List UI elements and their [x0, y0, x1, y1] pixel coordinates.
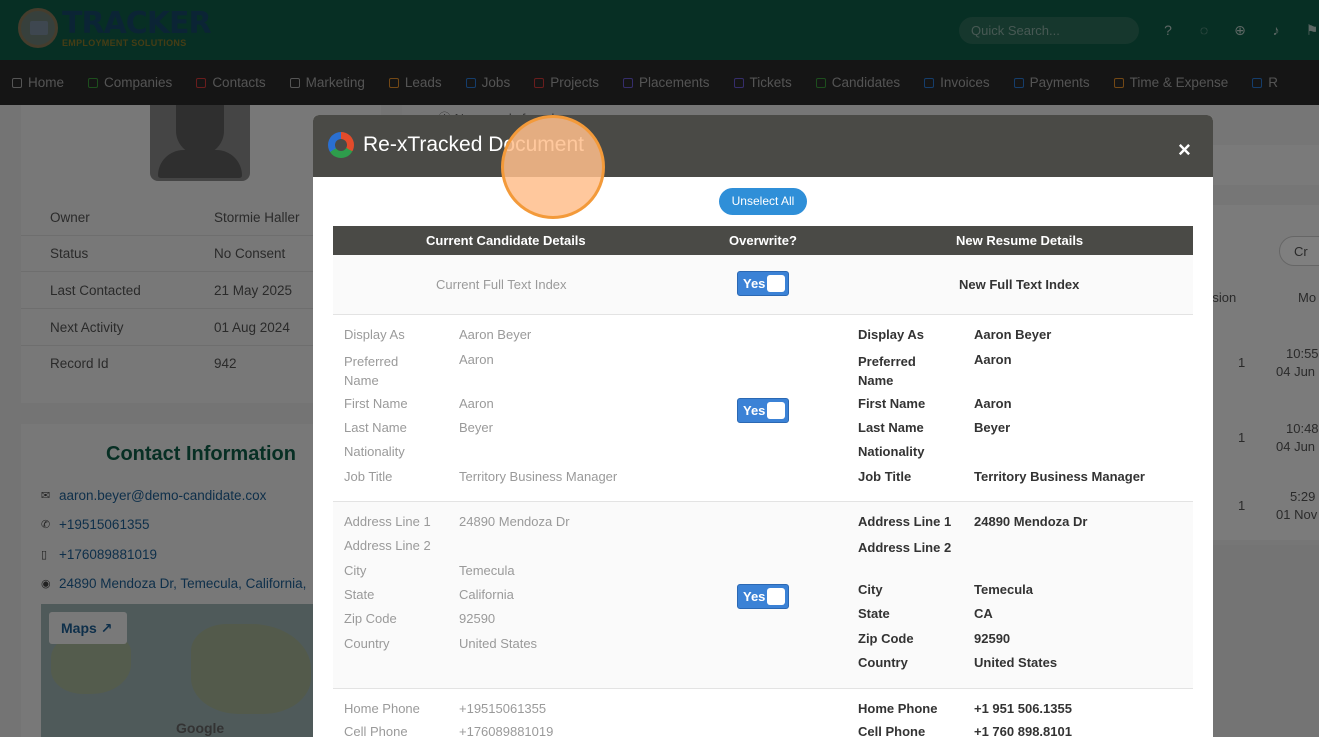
comparison-table-header: Current Candidate Details Overwrite? New… [333, 226, 1193, 255]
current-preferred-name-label: Preferred Name [344, 354, 399, 388]
current-job-title-label: Job Title [344, 469, 393, 484]
new-cell-phone-value: +1 760 898.8101 [974, 724, 1072, 737]
current-full-text-index: Current Full Text Index [436, 277, 567, 292]
new-full-text-index: New Full Text Index [959, 277, 1080, 292]
col-new-details: New Resume Details [956, 233, 1084, 248]
toggle-knob [767, 275, 785, 292]
new-home-phone-label: Home Phone [858, 701, 938, 716]
current-preferred-name-value: Aaron [459, 352, 494, 367]
new-job-title-value: Territory Business Manager [974, 469, 1145, 484]
overwrite-address-toggle[interactable]: Yes [737, 584, 789, 609]
current-address-line-1-label: Address Line 1 [344, 514, 431, 529]
phone-section: Home Phone +19515061355 Cell Phone +1760… [333, 689, 1193, 737]
toggle-knob [767, 588, 785, 605]
new-nationality-label: Nationality [858, 444, 925, 459]
current-home-phone-value: +19515061355 [459, 701, 547, 716]
new-preferred-name-label: Preferred Name [858, 354, 916, 388]
current-country-label: Country [344, 636, 390, 651]
new-display-as-value: Aaron Beyer [974, 327, 1052, 342]
new-last-name-label: Last Name [858, 420, 924, 435]
new-display-as-label: Display As [858, 327, 924, 342]
address-section: Address Line 1 24890 Mendoza Dr Address … [333, 502, 1193, 689]
new-home-phone-value: +1 951 506.1355 [974, 701, 1072, 716]
current-zip-value: 92590 [459, 611, 496, 626]
new-first-name-value: Aaron [974, 396, 1012, 411]
new-city-value: Temecula [974, 582, 1034, 597]
current-zip-label: Zip Code [344, 611, 397, 626]
new-state-value: CA [974, 606, 993, 621]
new-country-value: United States [974, 655, 1058, 670]
close-icon[interactable]: × [1178, 139, 1191, 161]
full-text-section: Current Full Text Index Yes New Full Tex… [333, 255, 1193, 315]
current-address-line-2-label: Address Line 2 [344, 538, 431, 553]
new-city-label: City [858, 582, 883, 597]
new-state-label: State [858, 606, 890, 621]
new-address-line-2-label: Address Line 2 [858, 540, 952, 555]
click-indicator [501, 115, 605, 219]
new-cell-phone-label: Cell Phone [858, 724, 926, 737]
current-last-name-value: Beyer [459, 420, 493, 435]
new-zip-value: 92590 [974, 631, 1011, 646]
current-state-label: State [344, 587, 375, 602]
new-job-title-label: Job Title [858, 469, 912, 484]
current-job-title-value: Territory Business Manager [459, 469, 618, 484]
re-xtracked-document-modal: Re-xTracked Document × Unselect All Curr… [313, 115, 1213, 737]
new-address-line-1-label: Address Line 1 [858, 514, 952, 529]
col-current-details: Current Candidate Details [426, 233, 586, 248]
personal-details-section: Display As Aaron Beyer Preferred Name Aa… [333, 315, 1193, 502]
new-preferred-name-value: Aaron [974, 352, 1012, 367]
current-last-name-label: Last Name [344, 420, 407, 435]
overwrite-full-text-toggle[interactable]: Yes [737, 271, 789, 296]
current-address-line-1-value: 24890 Mendoza Dr [459, 514, 570, 529]
current-cell-phone-value: +176089881019 [459, 724, 554, 737]
current-nationality-label: Nationality [344, 444, 405, 459]
modal-header: Re-xTracked Document × [313, 115, 1213, 177]
xtracker-logo-icon [328, 132, 354, 158]
new-zip-label: Zip Code [858, 631, 914, 646]
new-address-line-1-value: 24890 Mendoza Dr [974, 514, 1088, 529]
current-first-name-label: First Name [344, 396, 408, 411]
current-city-label: City [344, 563, 367, 578]
current-cell-phone-label: Cell Phone [344, 724, 408, 737]
new-first-name-label: First Name [858, 396, 926, 411]
current-display-as-label: Display As [344, 327, 405, 342]
overwrite-personal-toggle[interactable]: Yes [737, 398, 789, 423]
current-country-value: United States [459, 636, 538, 651]
current-city-value: Temecula [459, 563, 515, 578]
current-display-as-value: Aaron Beyer [459, 327, 532, 342]
col-overwrite: Overwrite? [729, 233, 797, 248]
unselect-all-button[interactable]: Unselect All [719, 188, 807, 215]
toggle-knob [767, 402, 785, 419]
new-last-name-value: Beyer [974, 420, 1011, 435]
current-state-value: California [459, 587, 514, 602]
new-country-label: Country [858, 655, 908, 670]
current-first-name-value: Aaron [459, 396, 494, 411]
current-home-phone-label: Home Phone [344, 701, 420, 716]
